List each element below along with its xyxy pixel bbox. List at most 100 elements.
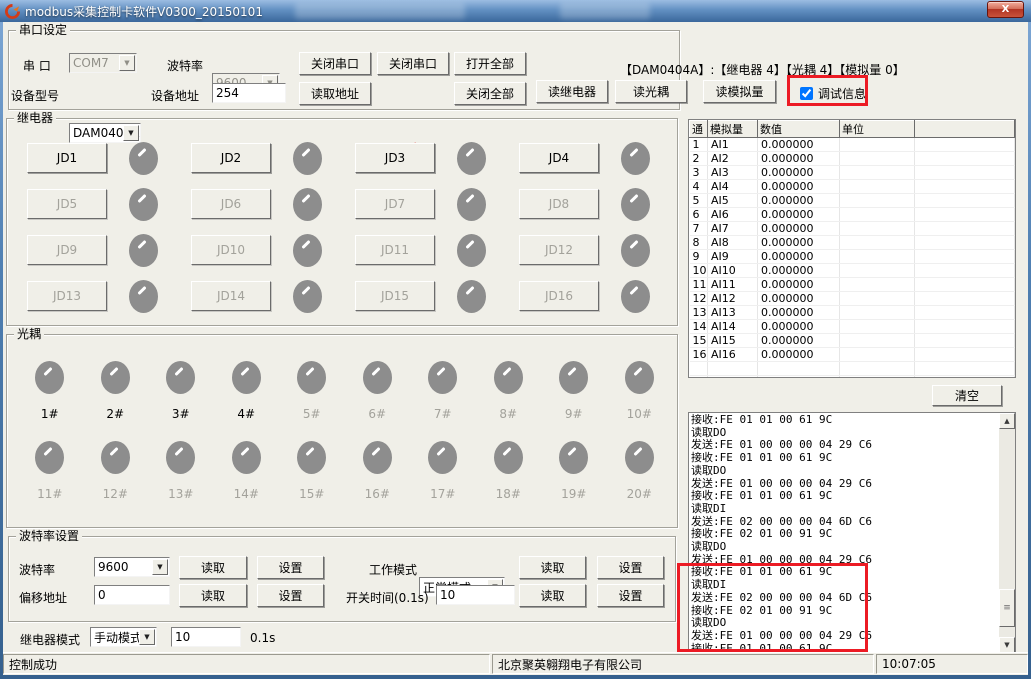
opto-channel: 12# xyxy=(101,441,130,501)
analog-row[interactable]: 10AI100.000000 xyxy=(690,264,1015,278)
statusbar: 控制成功 北京聚英翱翔电子有限公司 10:07:05 xyxy=(3,652,1028,675)
relay-button-jd3[interactable]: JD3 xyxy=(355,143,435,173)
opto-indicator xyxy=(35,441,64,474)
open-all-button[interactable]: 打开全部 xyxy=(454,52,526,75)
analog-cell: 3 xyxy=(690,166,708,180)
baud-read-button[interactable]: 读取 xyxy=(179,556,247,579)
status-message: 控制成功 xyxy=(3,654,490,674)
switchtime-label: 开关时间(0.1s) xyxy=(346,589,429,606)
analog-row[interactable]: 2AI20.000000 xyxy=(690,152,1015,166)
relay-button-jd1[interactable]: JD1 xyxy=(27,143,107,173)
analog-cell xyxy=(915,138,1015,152)
log-scrollbar[interactable]: ▲ ≡ ▼ xyxy=(999,413,1015,653)
relay-button-jd2[interactable]: JD2 xyxy=(191,143,271,173)
workmode-set-button[interactable]: 设置 xyxy=(597,556,664,579)
analog-cell: 0.000000 xyxy=(758,250,840,264)
relay-cell: JD15 xyxy=(355,273,519,319)
baud-settings-group: 波特率设置 波特率 9600 ▼ 读取 设置 工作模式 正常模式 ▼ 读取 设置… xyxy=(8,536,676,622)
company-label: 北京聚英翱翔电子有限公司 xyxy=(492,654,874,674)
baud-set-button[interactable]: 设置 xyxy=(257,556,324,579)
relay-cell: JD1 xyxy=(27,135,191,181)
opto-indicator xyxy=(363,361,392,394)
opto-label: 6# xyxy=(368,407,386,421)
analog-row[interactable]: 5AI50.000000 xyxy=(690,194,1015,208)
opto-label: 14# xyxy=(234,487,259,501)
read-addr-button[interactable]: 读取地址 xyxy=(299,82,371,105)
analog-row[interactable]: 14AI140.000000 xyxy=(690,320,1015,334)
analog-cell: 0.000000 xyxy=(758,320,840,334)
log-line: 读取DO xyxy=(691,465,998,478)
analog-cell xyxy=(840,278,915,292)
close-all-button[interactable]: 关闭全部 xyxy=(454,82,526,105)
baud-group-title: 波特率设置 xyxy=(16,529,82,543)
close-serial-button-1[interactable]: 关闭串口 xyxy=(299,52,371,75)
analog-cell xyxy=(690,362,708,376)
analog-row[interactable]: 8AI80.000000 xyxy=(690,236,1015,250)
device-addr-input[interactable] xyxy=(212,83,286,103)
relay-mode-time-input[interactable] xyxy=(171,627,241,647)
analog-cell: 10 xyxy=(690,264,708,278)
baud2-select[interactable]: 9600 ▼ xyxy=(94,557,170,577)
analog-cell xyxy=(840,166,915,180)
analog-row[interactable]: 3AI30.000000 xyxy=(690,166,1015,180)
analog-cell xyxy=(915,306,1015,320)
offset-read-button[interactable]: 读取 xyxy=(179,584,247,607)
scroll-up-icon[interactable]: ▲ xyxy=(999,413,1015,429)
workmode-label: 工作模式 xyxy=(369,561,417,578)
switchtime-input[interactable] xyxy=(436,585,515,605)
opto-indicator xyxy=(232,361,261,394)
switchtime-read-button[interactable]: 读取 xyxy=(519,584,586,607)
debug-checkbox[interactable] xyxy=(800,87,813,100)
analog-cell: 5 xyxy=(690,194,708,208)
close-serial-button-2[interactable]: 关闭串口 xyxy=(377,52,449,75)
relay-button-jd4[interactable]: JD4 xyxy=(519,143,599,173)
read-analog-button[interactable]: 读模拟量 xyxy=(703,80,776,103)
workmode-read-button[interactable]: 读取 xyxy=(519,556,586,579)
close-button[interactable]: X xyxy=(987,1,1024,18)
analog-cell: 0.000000 xyxy=(758,278,840,292)
analog-row[interactable]: 11AI110.000000 xyxy=(690,278,1015,292)
analog-row[interactable]: 6AI60.000000 xyxy=(690,208,1015,222)
offset-set-button[interactable]: 设置 xyxy=(257,584,324,607)
analog-row[interactable]: 16AI160.000000 xyxy=(690,348,1015,362)
analog-row[interactable]: 4AI40.000000 xyxy=(690,180,1015,194)
com-port-value: COM7 xyxy=(73,56,109,70)
analog-cell xyxy=(915,194,1015,208)
analog-cell xyxy=(840,152,915,166)
relay-group: 继电器 JD1JD2JD3JD4JD5JD6JD7JD8JD9JD10JD11J… xyxy=(6,118,678,326)
analog-row[interactable]: 13AI130.000000 xyxy=(690,306,1015,320)
analog-row[interactable]: 1AI10.000000 xyxy=(690,138,1015,152)
switchtime-set-button[interactable]: 设置 xyxy=(597,584,664,607)
analog-row[interactable]: 7AI70.000000 xyxy=(690,222,1015,236)
analog-row[interactable]: 15AI150.000000 xyxy=(690,334,1015,348)
relay-mode-select[interactable]: 手动模式 ▼ xyxy=(90,627,157,647)
analog-row[interactable]: 12AI120.000000 xyxy=(690,292,1015,306)
relay-indicator xyxy=(621,280,650,313)
opto-label: 11# xyxy=(37,487,62,501)
debug-checkbox-label: 调试信息 xyxy=(818,85,866,102)
opto-indicator xyxy=(35,361,64,394)
opto-channel: 14# xyxy=(232,441,261,501)
analog-cell xyxy=(840,362,915,376)
analog-cell: 14 xyxy=(690,320,708,334)
opto-row-1: 1#2#3#4#5#6#7#8#9#10# xyxy=(17,361,672,421)
relay-indicator xyxy=(457,280,486,313)
scroll-down-icon[interactable]: ▼ xyxy=(999,637,1015,653)
port-label: 串 口 xyxy=(23,57,51,74)
analog-cell xyxy=(915,348,1015,362)
relay-cell: JD9 xyxy=(27,227,191,273)
opto-indicator xyxy=(494,361,523,394)
scrollbar-thumb[interactable]: ≡ xyxy=(999,589,1015,627)
analog-cell xyxy=(915,320,1015,334)
analog-cell: 2 xyxy=(690,152,708,166)
analog-cell: AI10 xyxy=(708,264,758,278)
analog-row[interactable]: 9AI90.000000 xyxy=(690,250,1015,264)
clear-button[interactable]: 清空 xyxy=(932,385,1002,406)
read-relay-button[interactable]: 读继电器 xyxy=(536,80,608,103)
offset-addr-input[interactable] xyxy=(94,585,170,605)
log-line: 接收:FE 02 01 00 91 9C xyxy=(691,528,998,541)
log-line: 接收:FE 02 01 00 91 9C xyxy=(691,605,998,618)
chevron-down-icon: ▼ xyxy=(139,629,155,645)
read-opto-button[interactable]: 读光耦 xyxy=(615,80,687,103)
app-window: modbus采集控制卡软件V0300_20150101 X 串口设定 串 口 C… xyxy=(0,0,1031,679)
